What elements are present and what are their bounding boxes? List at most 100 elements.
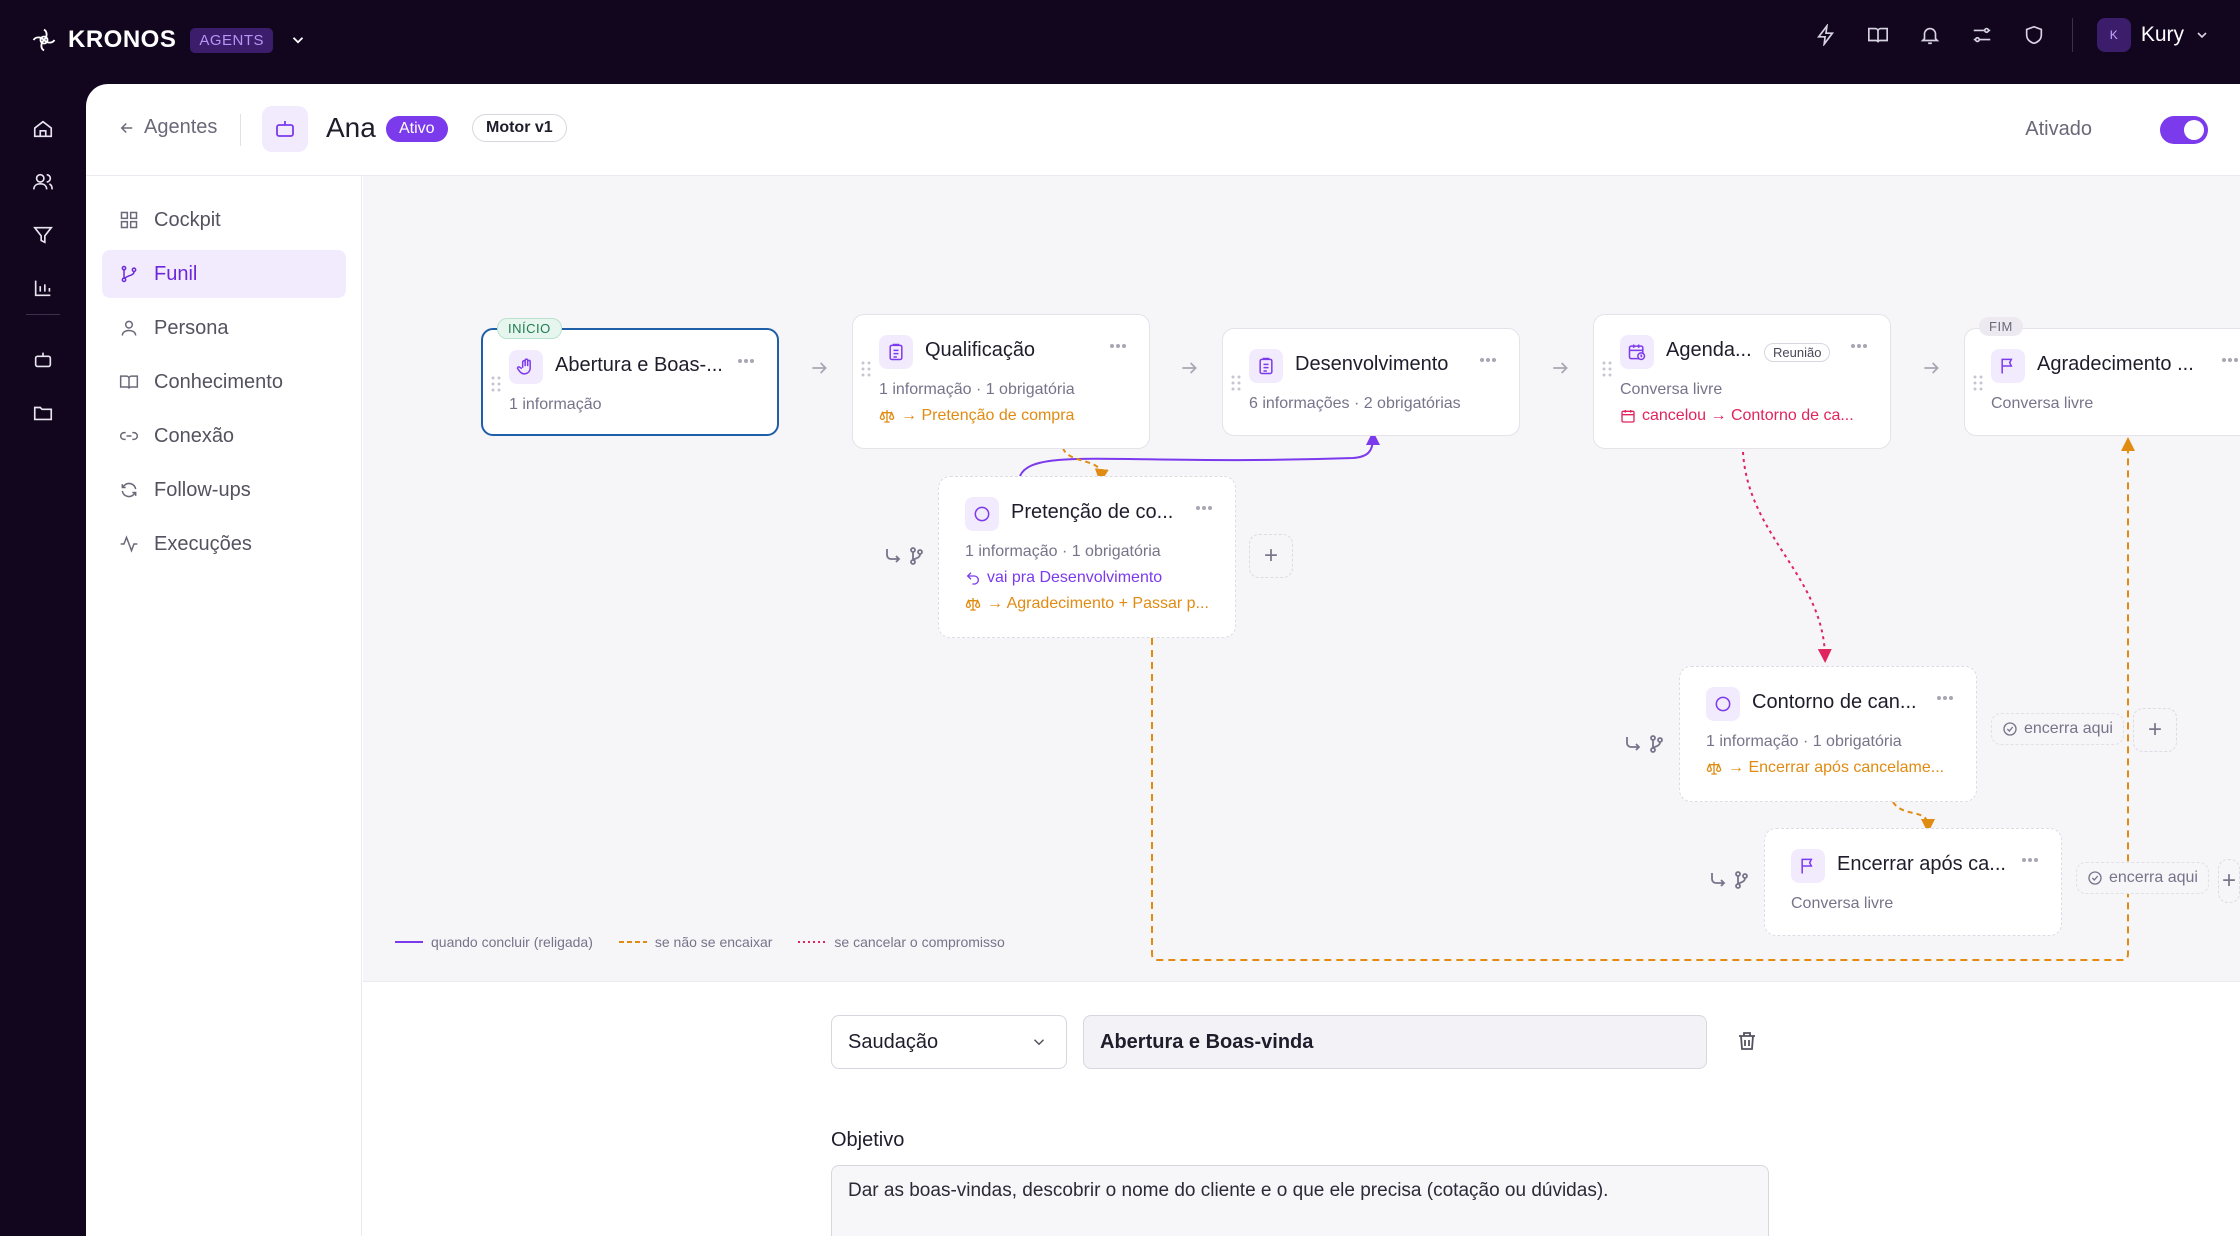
objective-label: Objetivo <box>831 1129 905 1151</box>
node-agradecimento[interactable]: FIM Agradecimento ... Conversa livre <box>1964 317 2240 436</box>
robot-icon[interactable] <box>28 345 58 375</box>
node-desenvolvimento[interactable]: Desenvolvimento 6 informações · 2 obriga… <box>1222 328 1520 436</box>
book-icon[interactable] <box>1864 21 1892 49</box>
drag-handle-icon[interactable] <box>491 376 501 392</box>
branch-icon[interactable] <box>1708 870 1748 890</box>
node-qualificacao[interactable]: Qualificação 1 informação · 1 obrigatóri… <box>852 314 1150 449</box>
node-cancel-label: cancelou → Contorno de ca... <box>1642 407 1854 424</box>
node-title: Agradecimento ... <box>2037 353 2194 375</box>
more-horizontal-icon[interactable] <box>1109 343 1127 349</box>
node-abertura[interactable]: INÍCIO Abertura e Boas-... 1 informação <box>481 318 779 436</box>
settings-sliders-icon[interactable] <box>1968 21 1996 49</box>
arrow-right-icon <box>812 362 827 374</box>
node-pretencao[interactable]: Pretenção de co... 1 informação · 1 obri… <box>938 476 1236 638</box>
start-tag: INÍCIO <box>497 318 562 339</box>
node-title: Desenvolvimento <box>1295 353 1449 375</box>
sidebar-item-execucoes[interactable]: Execuções <box>102 520 346 568</box>
node-contorno[interactable]: Contorno de can... 1 informação · 1 obri… <box>1679 666 1977 802</box>
return-arrow-icon <box>966 572 979 585</box>
back-link[interactable]: Agentes <box>118 116 217 139</box>
flow-canvas[interactable]: INÍCIO Abertura e Boas-... 1 informação … <box>363 176 2240 982</box>
more-horizontal-icon[interactable] <box>1479 357 1497 363</box>
circle-icon <box>1706 687 1740 721</box>
sidebar-item-label: Follow-ups <box>154 478 251 501</box>
toggle-knob <box>2184 120 2204 140</box>
objective-textarea[interactable]: Dar as boas-vindas, descobrir o nome do … <box>831 1165 1769 1236</box>
node-branch: → Encerrar após cancelame... <box>1706 759 1944 777</box>
folder-icon[interactable] <box>28 398 58 428</box>
arrow-right-icon <box>1924 362 1939 374</box>
git-branch-icon <box>118 263 140 285</box>
node-encerrar[interactable]: Encerrar após ca... Conversa livre <box>1764 828 2062 936</box>
branch-icon[interactable] <box>883 546 923 566</box>
sidebar-item-persona[interactable]: Persona <box>102 304 346 352</box>
node-goto: vai pra Desenvolvimento <box>965 569 1162 587</box>
ends-here-chip[interactable]: encerra aqui <box>2076 862 2209 894</box>
bolt-icon[interactable] <box>1812 21 1840 49</box>
refresh-icon <box>118 479 140 501</box>
branch-icon[interactable] <box>1623 734 1663 754</box>
edge-agendamento-cancel <box>1742 451 1832 663</box>
sidebar-item-label: Execuções <box>154 532 252 555</box>
sidebar-item-funil[interactable]: Funil <box>102 250 346 298</box>
node-goto-label: vai pra Desenvolvimento <box>987 569 1163 586</box>
filter-funnel-icon[interactable] <box>28 220 58 250</box>
drag-handle-icon[interactable] <box>1231 375 1241 391</box>
left-rail <box>0 84 86 1236</box>
node-info: 6 informações · 2 obrigatórias <box>1249 395 1461 412</box>
chevron-down-icon <box>1033 1039 1045 1046</box>
step-name-input[interactable] <box>1083 1015 1707 1069</box>
add-step-button[interactable]: + <box>2218 859 2240 903</box>
user-menu[interactable]: K Kury <box>2096 18 2210 52</box>
legend-solid-line <box>395 941 423 943</box>
step-type-select[interactable]: Saudação <box>831 1015 1067 1069</box>
bar-chart-icon[interactable] <box>28 273 58 303</box>
trash-icon[interactable] <box>1735 1029 1759 1053</box>
more-horizontal-icon[interactable] <box>2021 857 2039 863</box>
more-horizontal-icon[interactable] <box>1850 343 1868 349</box>
agent-sidebar: Cockpit Funil Persona Conhecimento Conex… <box>86 176 362 1236</box>
add-step-button[interactable]: + <box>1249 534 1293 578</box>
users-icon[interactable] <box>28 167 58 197</box>
shield-icon[interactable] <box>2020 21 2048 49</box>
calendar-clock-icon <box>1620 335 1654 369</box>
link-icon <box>118 425 140 447</box>
edge-legend: quando concluir (religada) se não se enc… <box>395 934 1005 950</box>
chevron-down-icon[interactable] <box>289 31 307 49</box>
more-horizontal-icon[interactable] <box>1195 505 1213 511</box>
more-horizontal-icon[interactable] <box>2221 357 2239 363</box>
more-horizontal-icon[interactable] <box>737 358 755 364</box>
agent-avatar <box>262 106 308 152</box>
node-info: Conversa livre <box>1620 381 1723 398</box>
rail-divider <box>26 314 60 315</box>
node-title: Encerrar após ca... <box>1837 853 2006 875</box>
node-title: Contorno de can... <box>1752 691 1917 713</box>
add-step-button[interactable]: + <box>2133 708 2177 752</box>
divider <box>240 114 241 146</box>
book-icon <box>118 371 140 393</box>
divider <box>2071 18 2073 52</box>
legend-label: se não se encaixar <box>654 934 773 950</box>
drag-handle-icon[interactable] <box>1973 375 1983 391</box>
sidebar-item-conexao[interactable]: Conexão <box>102 412 346 460</box>
brand[interactable]: KRONOS AGENTS <box>30 26 307 54</box>
drag-handle-icon[interactable] <box>861 361 871 377</box>
ends-here-chip[interactable]: encerra aqui <box>1991 713 2124 745</box>
step-type-value: Saudação <box>848 1030 939 1053</box>
more-horizontal-icon[interactable] <box>1936 695 1954 701</box>
arrow-right-icon <box>1182 362 1197 374</box>
bell-icon[interactable] <box>1916 21 1944 49</box>
legend-cancel: se cancelar o compromisso <box>798 934 1005 950</box>
scale-icon <box>1706 762 1722 775</box>
sidebar-item-conhecimento[interactable]: Conhecimento <box>102 358 346 406</box>
node-info: 1 informação · 1 obrigatória <box>965 543 1161 560</box>
drag-handle-icon[interactable] <box>1602 361 1612 377</box>
home-icon[interactable] <box>28 114 58 144</box>
node-agendamento[interactable]: Agenda... Reunião Conversa livre cancelo… <box>1593 314 1891 449</box>
sidebar-item-cockpit[interactable]: Cockpit <box>102 196 346 244</box>
legend-relinked: quando concluir (religada) <box>395 934 593 950</box>
sidebar-item-follow-ups[interactable]: Follow-ups <box>102 466 346 514</box>
node-info: Conversa livre <box>1791 895 1894 912</box>
brand-name: KRONOS <box>68 26 177 53</box>
active-toggle[interactable] <box>2160 116 2208 144</box>
